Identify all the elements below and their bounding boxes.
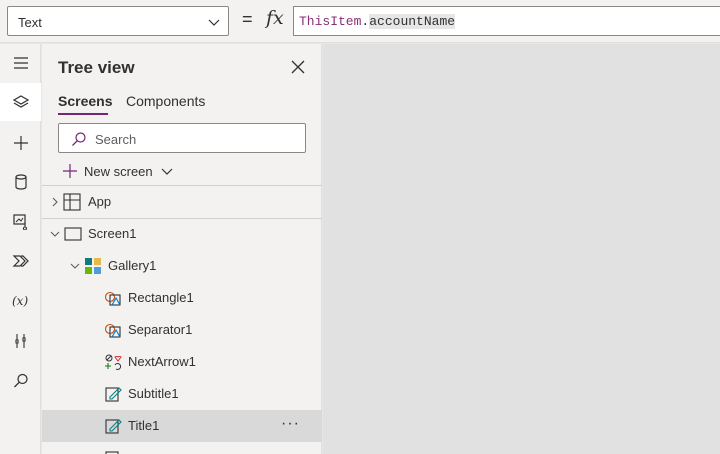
tree-node-separator1[interactable]: Separator1 <box>42 314 322 346</box>
chevron-down-icon[interactable] <box>50 229 60 239</box>
screen-icon <box>64 227 82 241</box>
power-automate-button[interactable] <box>0 242 41 280</box>
tree-node-partial <box>42 442 322 454</box>
tab-screens[interactable]: Screens <box>58 93 112 109</box>
search-icon <box>72 132 86 146</box>
hamburger-icon <box>13 57 28 69</box>
layers-icon <box>12 95 29 108</box>
property-value: Text <box>18 15 42 30</box>
app-icon <box>63 193 81 211</box>
equals-sign: = <box>242 9 253 29</box>
label-edit-icon <box>105 387 122 402</box>
tree-node-subtitle1[interactable]: Subtitle1 <box>42 378 322 410</box>
tree-view-panel: Tree view Screens Components New screen … <box>42 44 322 454</box>
advanced-tools-button[interactable] <box>0 322 41 360</box>
tree-node-label: Screen1 <box>88 226 137 241</box>
svg-text:(x): (x) <box>12 294 28 308</box>
tree-node-screen1[interactable]: Screen1 <box>42 218 322 250</box>
search-input[interactable] <box>95 130 295 148</box>
tree-node-label: Separator1 <box>128 322 193 337</box>
tree-node-label: Subtitle1 <box>128 386 179 401</box>
plus-icon <box>13 136 28 150</box>
search-icon <box>13 373 28 388</box>
formula-keyword: ThisItem <box>299 14 362 29</box>
media-button[interactable] <box>0 202 41 240</box>
shape-icon <box>104 291 121 306</box>
chevron-right-icon[interactable] <box>50 197 60 207</box>
active-tab-indicator <box>58 113 108 115</box>
fx-icon: fx <box>266 7 284 29</box>
tree-view-button[interactable] <box>0 83 41 121</box>
search-rail-button[interactable] <box>0 362 41 400</box>
tree-node-nextarrow1[interactable]: NextArrow1 <box>42 346 322 378</box>
new-screen-label: New screen <box>84 163 153 179</box>
formula-bar: Text = fx ThisItem.accountName <box>0 0 720 43</box>
close-icon[interactable] <box>289 58 307 76</box>
search-box[interactable] <box>58 123 306 153</box>
insert-button[interactable] <box>0 124 41 162</box>
tree-node-label: Gallery1 <box>108 258 157 273</box>
icon-control-icon <box>105 354 122 370</box>
plus-icon <box>63 164 77 178</box>
property-dropdown[interactable]: Text <box>7 6 229 36</box>
label-edit-icon <box>105 451 119 454</box>
tab-components[interactable]: Components <box>126 93 205 109</box>
database-icon <box>14 174 27 190</box>
label-edit-icon <box>105 419 122 434</box>
tree-node-gallery1[interactable]: Gallery1 <box>42 250 322 282</box>
tree-node-rectangle1[interactable]: Rectangle1 <box>42 282 322 314</box>
gallery-icon <box>85 258 101 274</box>
chevron-down-icon <box>161 168 173 175</box>
more-options-button[interactable]: ··· <box>281 415 300 433</box>
design-canvas[interactable] <box>323 44 720 454</box>
tree-node-label: App <box>88 194 112 209</box>
left-rail: (x) <box>0 44 41 454</box>
tree-node-app[interactable]: App <box>42 186 322 218</box>
data-button[interactable] <box>0 163 41 201</box>
chevron-down-icon[interactable] <box>70 261 80 271</box>
tools-icon <box>14 334 26 348</box>
shape-icon <box>104 323 121 338</box>
hamburger-menu-button[interactable] <box>0 44 41 82</box>
tree-node-label: NextArrow1 <box>128 354 196 369</box>
tree-node-label: Title1 <box>128 418 160 433</box>
flow-icon <box>12 255 29 267</box>
new-screen-button[interactable]: New screen <box>62 161 173 181</box>
formula-input[interactable]: ThisItem.accountName <box>293 6 720 36</box>
formula-field: accountName <box>369 14 456 29</box>
tree-node-label: Rectangle1 <box>128 290 194 305</box>
variable-icon: (x) <box>12 294 28 308</box>
formula-text: ThisItem.accountName <box>299 14 456 29</box>
variables-button[interactable]: (x) <box>0 282 41 320</box>
chevron-down-icon <box>208 19 220 26</box>
tree-node-title1[interactable]: Title1 ··· <box>42 410 322 442</box>
panel-title: Tree view <box>58 58 135 77</box>
media-icon <box>12 214 27 230</box>
